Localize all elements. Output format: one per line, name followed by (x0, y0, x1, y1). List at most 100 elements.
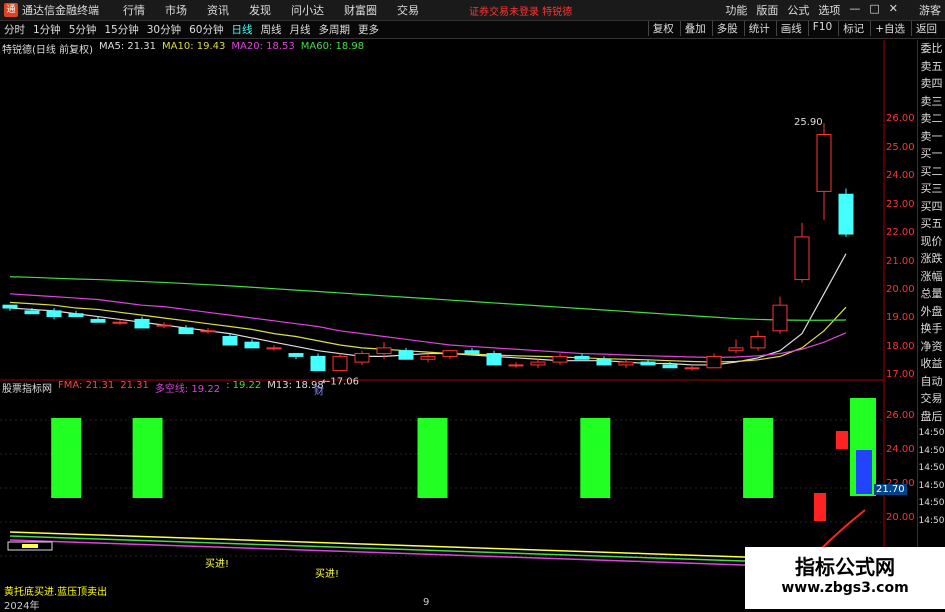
period-fenshi[interactable]: 分时 (4, 22, 25, 37)
side-item-11[interactable]: 现价 (918, 233, 945, 251)
side-item-12[interactable]: 涨跌 (918, 250, 945, 268)
side-item-25[interactable]: 14:50 (918, 478, 945, 496)
tool-fuquan[interactable]: 复权 (647, 21, 678, 36)
side-item-14[interactable]: 总量 (918, 285, 945, 303)
price-axis: 26.00 25.00 24.00 23.00 22.00 21.00 20.00 19.00… (886, 40, 918, 380)
tool-huaxian[interactable]: 画线 (775, 21, 806, 36)
period-5min[interactable]: 5分钟 (69, 22, 97, 37)
candle-body (530, 361, 546, 366)
side-item-21[interactable]: 盘后 (918, 408, 945, 426)
side-item-3[interactable]: 卖三 (918, 93, 945, 111)
side-item-2[interactable]: 卖四 (918, 75, 945, 93)
maximize-button[interactable]: □ (869, 2, 879, 18)
side-item-19[interactable]: 自动 (918, 373, 945, 391)
candle-body (90, 318, 106, 323)
menu-faxian[interactable]: 发现 (249, 2, 271, 18)
period-60min[interactable]: 60分钟 (189, 22, 223, 37)
price-tick: 21.00 (886, 255, 915, 267)
side-item-1[interactable]: 卖五 (918, 58, 945, 76)
side-item-13[interactable]: 涨幅 (918, 268, 945, 286)
signal-bar (132, 418, 163, 498)
side-item-15[interactable]: 外盘 (918, 303, 945, 321)
sub-current-value: 21.70 (874, 484, 907, 495)
menu-xuanxiang[interactable]: 选项 (818, 2, 840, 18)
buy-signal-1: 买进! (205, 558, 229, 570)
period-30min[interactable]: 30分钟 (147, 22, 181, 37)
red-bar (814, 493, 826, 521)
red-bar (836, 431, 848, 449)
side-item-22[interactable]: 14:50 (918, 425, 945, 443)
menu-zixun[interactable]: 资讯 (207, 2, 229, 18)
close-button[interactable]: ✕ (889, 2, 898, 18)
side-item-17[interactable]: 净资 (918, 338, 945, 356)
side-item-7[interactable]: 买二 (918, 163, 945, 181)
menu-shichang[interactable]: 市场 (165, 2, 187, 18)
side-item-5[interactable]: 卖一 (918, 128, 945, 146)
candle-body (266, 347, 282, 350)
side-item-27[interactable]: 14:50 (918, 513, 945, 531)
menu-gongshi[interactable]: 公式 (787, 2, 809, 18)
app-logo-icon: 通 (4, 3, 18, 17)
side-item-10[interactable]: 买五 (918, 215, 945, 233)
tool-biaoji[interactable]: 标记 (838, 21, 868, 36)
menu-wenxiaoda[interactable]: 问小达 (291, 2, 324, 18)
side-item-20[interactable]: 交易 (918, 390, 945, 408)
side-item-4[interactable]: 卖二 (918, 110, 945, 128)
side-item-24[interactable]: 14:50 (918, 460, 945, 478)
candle-body (640, 361, 656, 366)
period-monthly[interactable]: 月线 (290, 22, 311, 37)
candle-body (772, 304, 788, 332)
sub-line (9, 535, 847, 566)
tool-f10[interactable]: F10 (807, 21, 836, 36)
guest-label: 游客 (919, 4, 941, 17)
side-item-18[interactable]: 收益 (918, 355, 945, 373)
tool-fanhui[interactable]: 返回 (911, 21, 941, 36)
tool-diejia[interactable]: 叠加 (679, 21, 710, 36)
candle-body (662, 364, 678, 369)
period-weekly[interactable]: 周线 (261, 22, 282, 37)
period-daily[interactable]: 日线 (232, 22, 253, 37)
tool-duogu[interactable]: 多股 (711, 21, 742, 36)
legend-swatch-fill (22, 544, 38, 548)
period-1min[interactable]: 1分钟 (33, 22, 61, 37)
candle-body (816, 134, 832, 192)
kline-chart[interactable]: 25.90 ←17.06财买进! 买进! (0, 40, 885, 595)
high-annotation: 25.90 (794, 117, 823, 128)
tool-tongji[interactable]: 统计 (743, 21, 774, 36)
candle-body (68, 313, 84, 318)
period-15min[interactable]: 15分钟 (104, 22, 138, 37)
side-item-0[interactable]: 委比 (918, 40, 945, 58)
side-item-9[interactable]: 买四 (918, 198, 945, 216)
candle-body (178, 327, 194, 335)
side-item-8[interactable]: 买三 (918, 180, 945, 198)
side-item-16[interactable]: 换手 (918, 320, 945, 338)
menu-banmian[interactable]: 版面 (756, 2, 778, 18)
candle-body (728, 347, 744, 352)
date-year: 2024年 (4, 601, 40, 612)
low-annotation: ←17.06 (322, 377, 359, 388)
menu-jiaoyi[interactable]: 交易 (397, 2, 419, 18)
signal-bar (743, 418, 774, 498)
candle-body (420, 355, 436, 360)
menu-caifuquan[interactable]: 财富圈 (344, 2, 377, 18)
candle-body (46, 310, 62, 318)
tool-zixuan[interactable]: +自选 (870, 21, 909, 36)
minimize-button[interactable]: — (849, 2, 860, 18)
menu-hangqing[interactable]: 行情 (123, 2, 145, 18)
login-warning: 证券交易未登录 特锐德 (469, 6, 573, 18)
menu-gongneng[interactable]: 功能 (725, 2, 747, 18)
candle-body (750, 335, 766, 349)
candle-body (552, 355, 568, 363)
side-item-26[interactable]: 14:50 (918, 495, 945, 513)
candle-body (596, 358, 612, 366)
period-multi[interactable]: 多周期 (319, 22, 351, 37)
side-item-23[interactable]: 14:50 (918, 443, 945, 461)
side-item-6[interactable]: 买一 (918, 145, 945, 163)
candle-body (684, 367, 700, 370)
signal-bar (580, 418, 611, 498)
signal-bar-inner (856, 450, 872, 494)
candle-body (486, 353, 502, 366)
candle-body (838, 193, 854, 235)
period-more[interactable]: 更多 (358, 22, 379, 37)
candle-body (156, 324, 172, 327)
